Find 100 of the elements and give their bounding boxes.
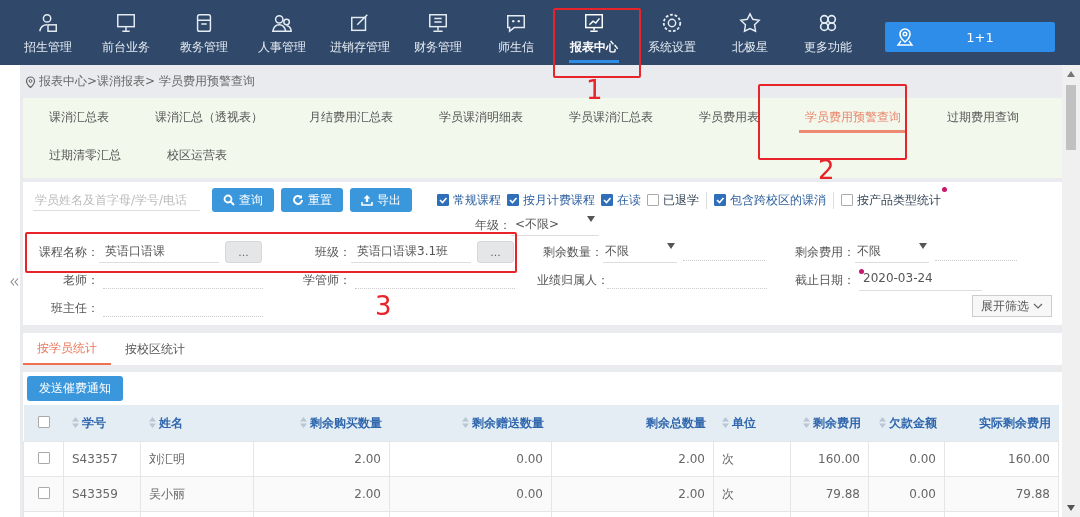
nav-tab[interactable]: 报表中心: [555, 0, 633, 65]
table-cell: S43359: [63, 476, 141, 512]
scroll-down-icon[interactable]: [1067, 505, 1075, 511]
search-icon: [223, 194, 235, 206]
nav-tab[interactable]: 前台业务: [87, 0, 165, 65]
upload-icon: [361, 194, 373, 206]
field-label: 剩余数量：: [542, 243, 603, 261]
report-tab[interactable]: 校区运营表: [161, 136, 233, 174]
table-cell: 79.88: [944, 476, 1059, 512]
dropdown-caret-icon: [667, 243, 675, 249]
nav-tab[interactable]: 教务管理: [165, 0, 243, 65]
table-cell: 刘汇明: [140, 441, 254, 477]
scrollbar[interactable]: [1062, 65, 1080, 517]
checkbox[interactable]: [507, 194, 519, 206]
checkbox[interactable]: [37, 415, 50, 428]
column-header[interactable]: 欠款金额: [868, 405, 945, 442]
report-tab[interactable]: 月结费用汇总表: [303, 98, 399, 136]
scrollbar-thumb[interactable]: [1066, 85, 1076, 150]
column-header[interactable]: 剩余购买数量: [253, 405, 390, 442]
result-tab[interactable]: 按校区统计: [111, 333, 199, 365]
checkbox[interactable]: [647, 194, 659, 206]
checkbox[interactable]: [37, 451, 50, 464]
table-cell: 次: [713, 476, 791, 512]
report-tab[interactable]: 过期清零汇总: [43, 136, 127, 174]
nav-tab[interactable]: 财务管理: [399, 0, 477, 65]
select-field[interactable]: 不限: [855, 241, 929, 263]
checkbox[interactable]: [601, 194, 613, 206]
field-label: 老师：: [62, 271, 99, 289]
field-label: 剩余费用：: [794, 243, 855, 261]
column-header[interactable]: 单位: [713, 405, 791, 442]
picker-button[interactable]: ...: [477, 241, 514, 263]
checkbox-label: 按月计费课程: [523, 191, 595, 209]
column-header[interactable]: 剩余总数量: [551, 405, 714, 442]
chart-monitor-icon: [583, 12, 605, 34]
nav-tab[interactable]: 进销存管理: [321, 0, 399, 65]
table-cell: 2.00: [551, 441, 714, 477]
nav-tab[interactable]: 系统设置: [633, 0, 711, 65]
column-header[interactable]: 剩余赠送数量: [389, 405, 552, 442]
report-tab[interactable]: 课消汇总（透视表）: [149, 98, 269, 136]
checkbox[interactable]: [841, 194, 853, 206]
refresh-icon: [292, 194, 304, 206]
nav-tab[interactable]: 更多功能: [789, 0, 867, 65]
report-tab[interactable]: 课消汇总表: [43, 98, 115, 136]
report-tab[interactable]: 学员课消明细表: [433, 98, 529, 136]
chat-icon: [505, 12, 527, 34]
gear-icon: [661, 12, 683, 34]
column-header[interactable]: 学号: [63, 405, 141, 442]
checkbox-label: 常规课程: [453, 191, 501, 209]
field-label: 截止日期：: [794, 271, 855, 289]
picker-button[interactable]: ...: [225, 241, 262, 263]
table-cell: 160.00: [790, 441, 869, 477]
nav-tab[interactable]: 招生管理: [9, 0, 87, 65]
clover-icon: [817, 12, 839, 34]
field-label: 课程名称：: [38, 243, 99, 261]
table-cell: 0.00: [868, 476, 945, 512]
table-cell: 160.00: [944, 441, 1059, 477]
checkbox-label: 在读: [617, 191, 641, 209]
nav-tab[interactable]: 人事管理: [243, 0, 321, 65]
table-cell: 0.00: [868, 441, 945, 477]
input-field[interactable]: 英语口语课3.1班: [351, 241, 471, 263]
input-field[interactable]: 英语口语课: [99, 241, 219, 263]
double-chevron-left-icon[interactable]: [10, 278, 19, 286]
table-cell: 79.88: [790, 476, 869, 512]
table-cell: 2.00: [253, 441, 390, 477]
dropdown-caret-icon: [587, 216, 595, 222]
annotation-number: 3: [375, 292, 392, 320]
users-icon: [271, 12, 293, 34]
map-pin-icon: [25, 75, 36, 88]
edit-icon: [349, 12, 371, 34]
user-briefcase-icon: [37, 12, 59, 34]
table-cell: 2.00: [253, 476, 390, 512]
table-cell: 0.00: [389, 441, 552, 477]
chevron-down-icon: [1033, 301, 1043, 311]
field-label: 年级：: [475, 216, 511, 234]
checkbox-label: 按产品类型统计: [857, 191, 941, 209]
dropdown-caret-icon: [919, 243, 927, 249]
table-cell: 0.00: [389, 476, 552, 512]
field-label: 班级：: [314, 243, 351, 261]
checkbox-label: 已退学: [663, 191, 699, 209]
table-cell: S43357: [63, 441, 141, 477]
report-tab[interactable]: 过期费用查询: [941, 98, 1025, 136]
report-tab[interactable]: 学员费用表: [693, 98, 765, 136]
checkbox[interactable]: [437, 194, 449, 206]
column-header[interactable]: 实际剩余费用: [944, 405, 1059, 442]
nav-tab[interactable]: 北极星: [711, 0, 789, 65]
star-icon: [739, 12, 761, 34]
expand-filter-button[interactable]: 展开筛选: [972, 295, 1052, 317]
table-cell: 吴小丽: [140, 476, 254, 512]
presentation-icon: [427, 12, 449, 34]
checkbox[interactable]: [37, 486, 50, 499]
select-field[interactable]: 不限: [603, 241, 677, 263]
column-header[interactable]: 姓名: [140, 405, 254, 442]
scroll-up-icon[interactable]: [1067, 71, 1075, 77]
date-field[interactable]: 2020-03-24: [859, 269, 982, 291]
nav-tab[interactable]: 师生信: [477, 0, 555, 65]
select-field[interactable]: <不限>: [511, 214, 599, 236]
checkbox[interactable]: [714, 194, 726, 206]
field-label: 业绩归属人：: [537, 271, 603, 289]
column-header[interactable]: 剩余费用: [790, 405, 869, 442]
table-cell: 次: [713, 441, 791, 477]
